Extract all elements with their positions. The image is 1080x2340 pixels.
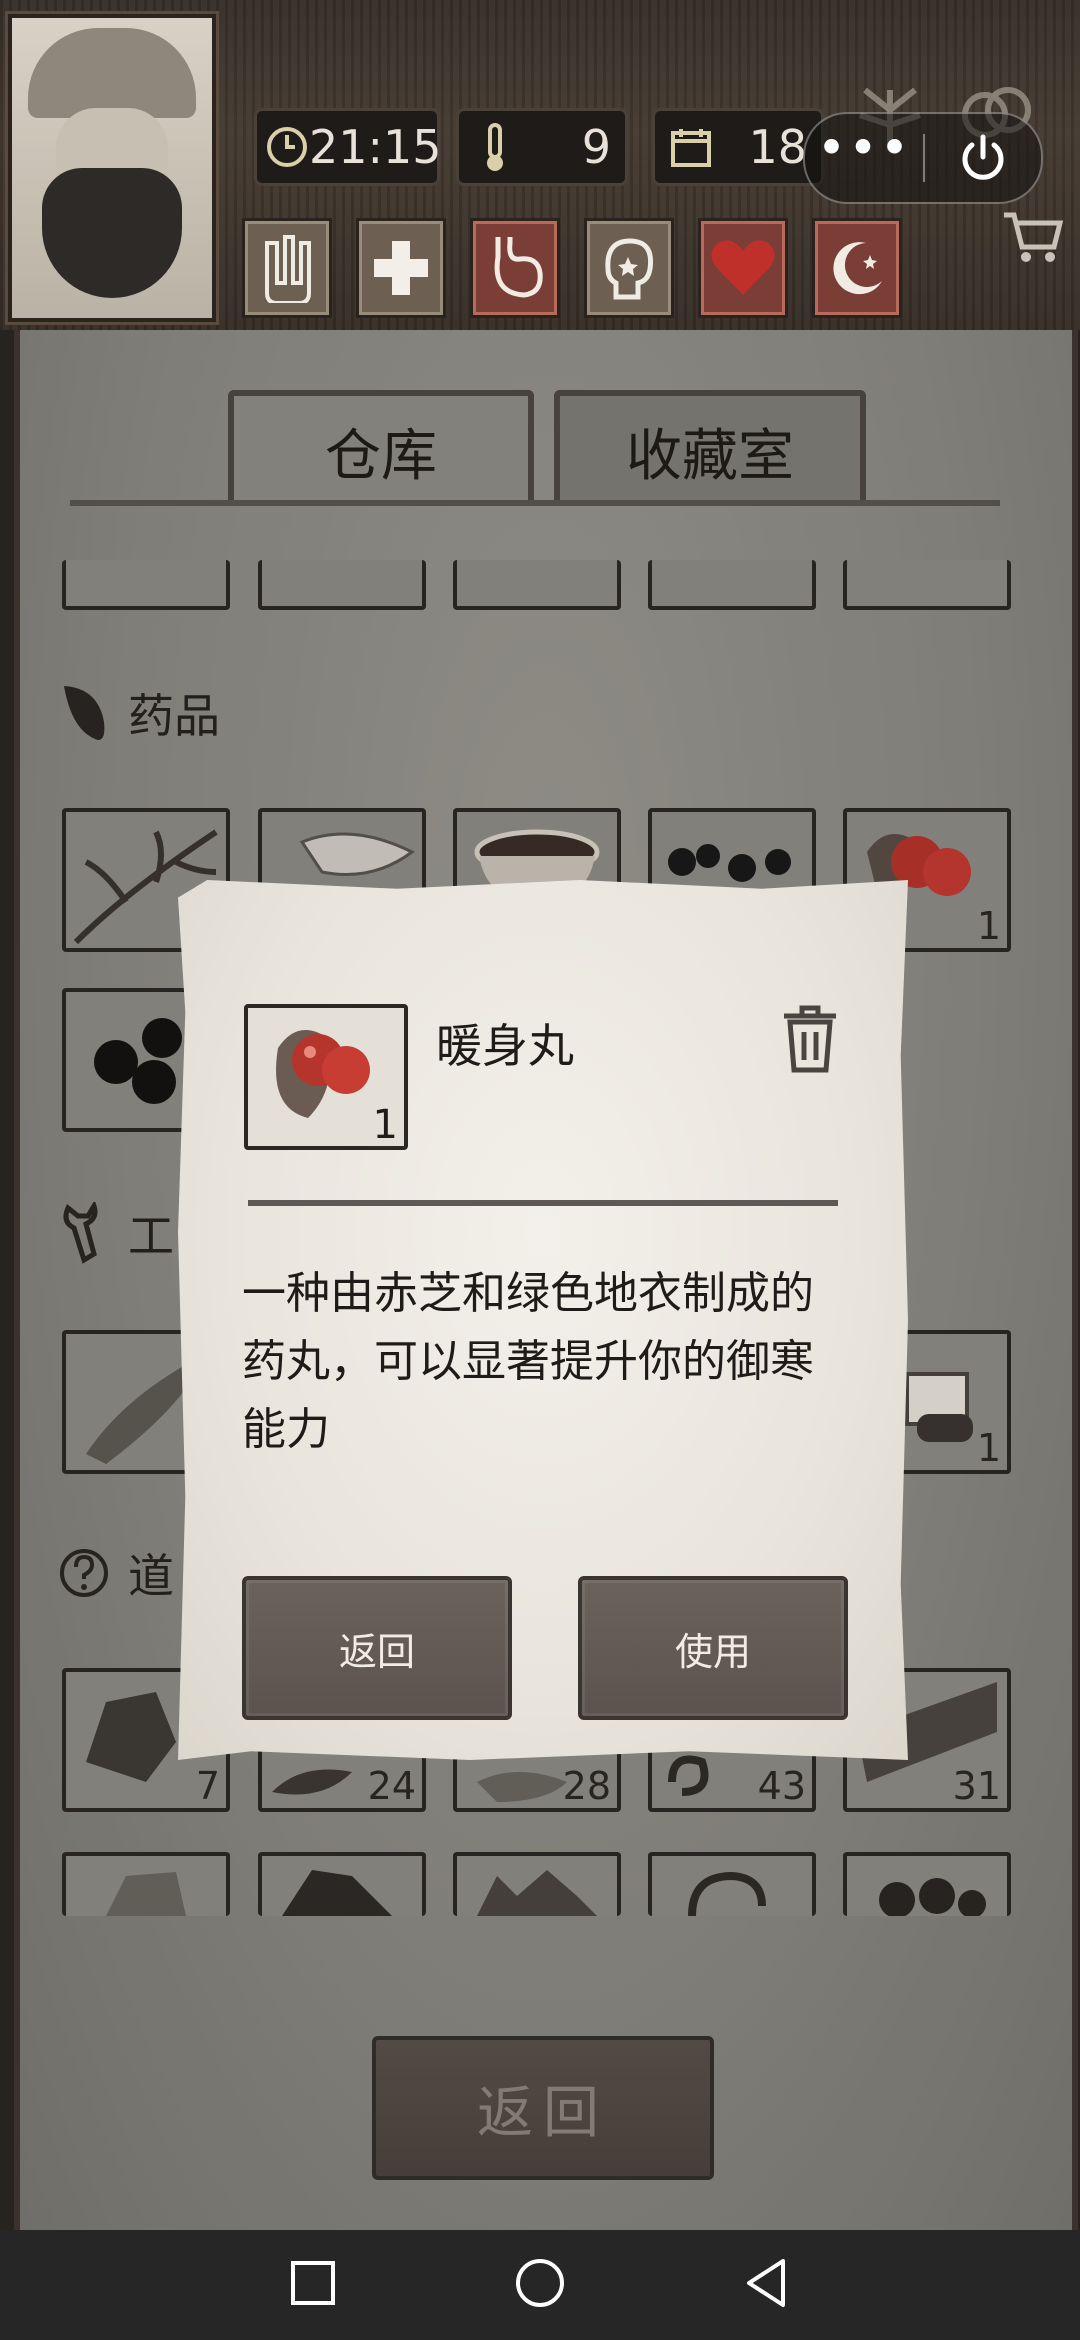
item-slot[interactable]: [843, 1852, 1011, 1916]
mini-program-capsule: •••: [803, 112, 1043, 204]
item-slot[interactable]: [453, 1852, 621, 1916]
square-icon: [290, 2261, 335, 2305]
temperature-value: 9: [581, 120, 611, 174]
ore-icon: [282, 1870, 392, 1916]
dialog-item-name: 暖身丸: [436, 1019, 574, 1073]
dialog-back-label: 返回: [338, 1629, 415, 1674]
item-count: 31: [952, 1764, 1001, 1808]
cart-icon: [1004, 212, 1064, 262]
thermometer-icon: [467, 119, 523, 175]
power-icon: [962, 134, 1004, 180]
dialog-use-label: 使用: [674, 1629, 751, 1674]
dialog-item-count: 1: [372, 1102, 398, 1148]
item-count: 1: [976, 904, 1001, 948]
stomach-button[interactable]: [470, 218, 560, 318]
dialog-use-button[interactable]: 使用: [578, 1576, 848, 1720]
tools-label: 工: [128, 1209, 174, 1263]
item-count: 7: [195, 1764, 220, 1808]
temperature-display: 9: [456, 108, 628, 186]
dialog-item-slot: 1: [244, 1004, 408, 1150]
item-slot[interactable]: [648, 1852, 816, 1916]
misc-label: 道: [128, 1549, 174, 1603]
calendar-icon: [663, 119, 719, 175]
time-display: 21:15: [254, 108, 442, 186]
time-value: 21:15: [309, 120, 442, 174]
bottom-back-label: 返回: [477, 2080, 609, 2146]
mushroom-icon: [879, 1878, 986, 1916]
item-slot[interactable]: [648, 560, 816, 610]
back-nav-button[interactable]: [743, 2257, 791, 2313]
fur-icon: [477, 1870, 597, 1916]
tools-section-header: 工: [58, 1200, 174, 1266]
circle-icon: [515, 2259, 564, 2307]
tab-warehouse[interactable]: 仓库: [228, 390, 534, 506]
more-options-button[interactable]: •••: [805, 123, 923, 173]
item-detail-dialog: 1 暖身丸 一种由赤芝和绿色地衣制成的药丸，可以显著提升你的御寒能力 返回 使用: [178, 880, 908, 1760]
stomach-icon: [494, 237, 543, 298]
moon-icon: [833, 242, 882, 295]
medicine-section-header: 药品: [58, 680, 220, 746]
leaf-icon: [64, 686, 105, 740]
item-slot[interactable]: [62, 560, 230, 610]
item-slot[interactable]: [258, 560, 426, 610]
stone-icon: [106, 1872, 186, 1916]
mind-icon: [605, 238, 654, 300]
item-slot[interactable]: [258, 1852, 426, 1916]
item-count: 24: [367, 1764, 416, 1808]
item-count: 28: [562, 1764, 611, 1808]
clock-icon: [265, 119, 309, 175]
medicine-label: 药品: [128, 689, 220, 743]
question-icon: [60, 1549, 108, 1597]
bandage-button[interactable]: [242, 218, 332, 318]
power-button[interactable]: [925, 131, 1041, 185]
dialog-back-button[interactable]: 返回: [242, 1576, 512, 1720]
bottom-back-button[interactable]: 返回: [372, 2036, 714, 2180]
discard-button[interactable]: [780, 1002, 840, 1078]
item-slot[interactable]: [62, 1852, 230, 1916]
first-aid-button[interactable]: [356, 218, 446, 318]
first-aid-icon: [374, 241, 428, 295]
recent-apps-button[interactable]: [289, 2259, 337, 2311]
home-button[interactable]: [514, 2257, 566, 2313]
triangle-back-icon: [747, 2259, 786, 2307]
item-count: 1: [976, 1426, 1001, 1470]
misc-section-header: 道: [58, 1540, 174, 1606]
shop-cart-button[interactable]: [1000, 205, 1066, 275]
sleep-button[interactable]: [812, 218, 902, 318]
bandage-icon: [265, 235, 311, 303]
day-display: 18: [652, 108, 824, 186]
heart-icon: [711, 240, 775, 295]
item-slot[interactable]: [453, 560, 621, 610]
hook-icon: [688, 1871, 766, 1916]
health-button[interactable]: [698, 218, 788, 318]
tab-collection-label: 收藏室: [626, 423, 794, 489]
trash-icon: [784, 1005, 836, 1073]
tab-divider: [70, 500, 1000, 506]
dialog-divider: [248, 1200, 838, 1206]
item-slot[interactable]: [843, 560, 1011, 610]
character-portrait[interactable]: [8, 14, 216, 322]
dialog-item-description: 一种由赤芝和绿色地衣制成的药丸，可以显著提升你的御寒能力: [242, 1268, 814, 1455]
item-count: 43: [757, 1764, 806, 1808]
wrench-icon: [63, 1202, 98, 1264]
system-nav-bar: [0, 2230, 1080, 2340]
tab-collection[interactable]: 收藏室: [554, 390, 866, 506]
mind-button[interactable]: [584, 218, 674, 318]
tab-warehouse-label: 仓库: [325, 423, 437, 489]
